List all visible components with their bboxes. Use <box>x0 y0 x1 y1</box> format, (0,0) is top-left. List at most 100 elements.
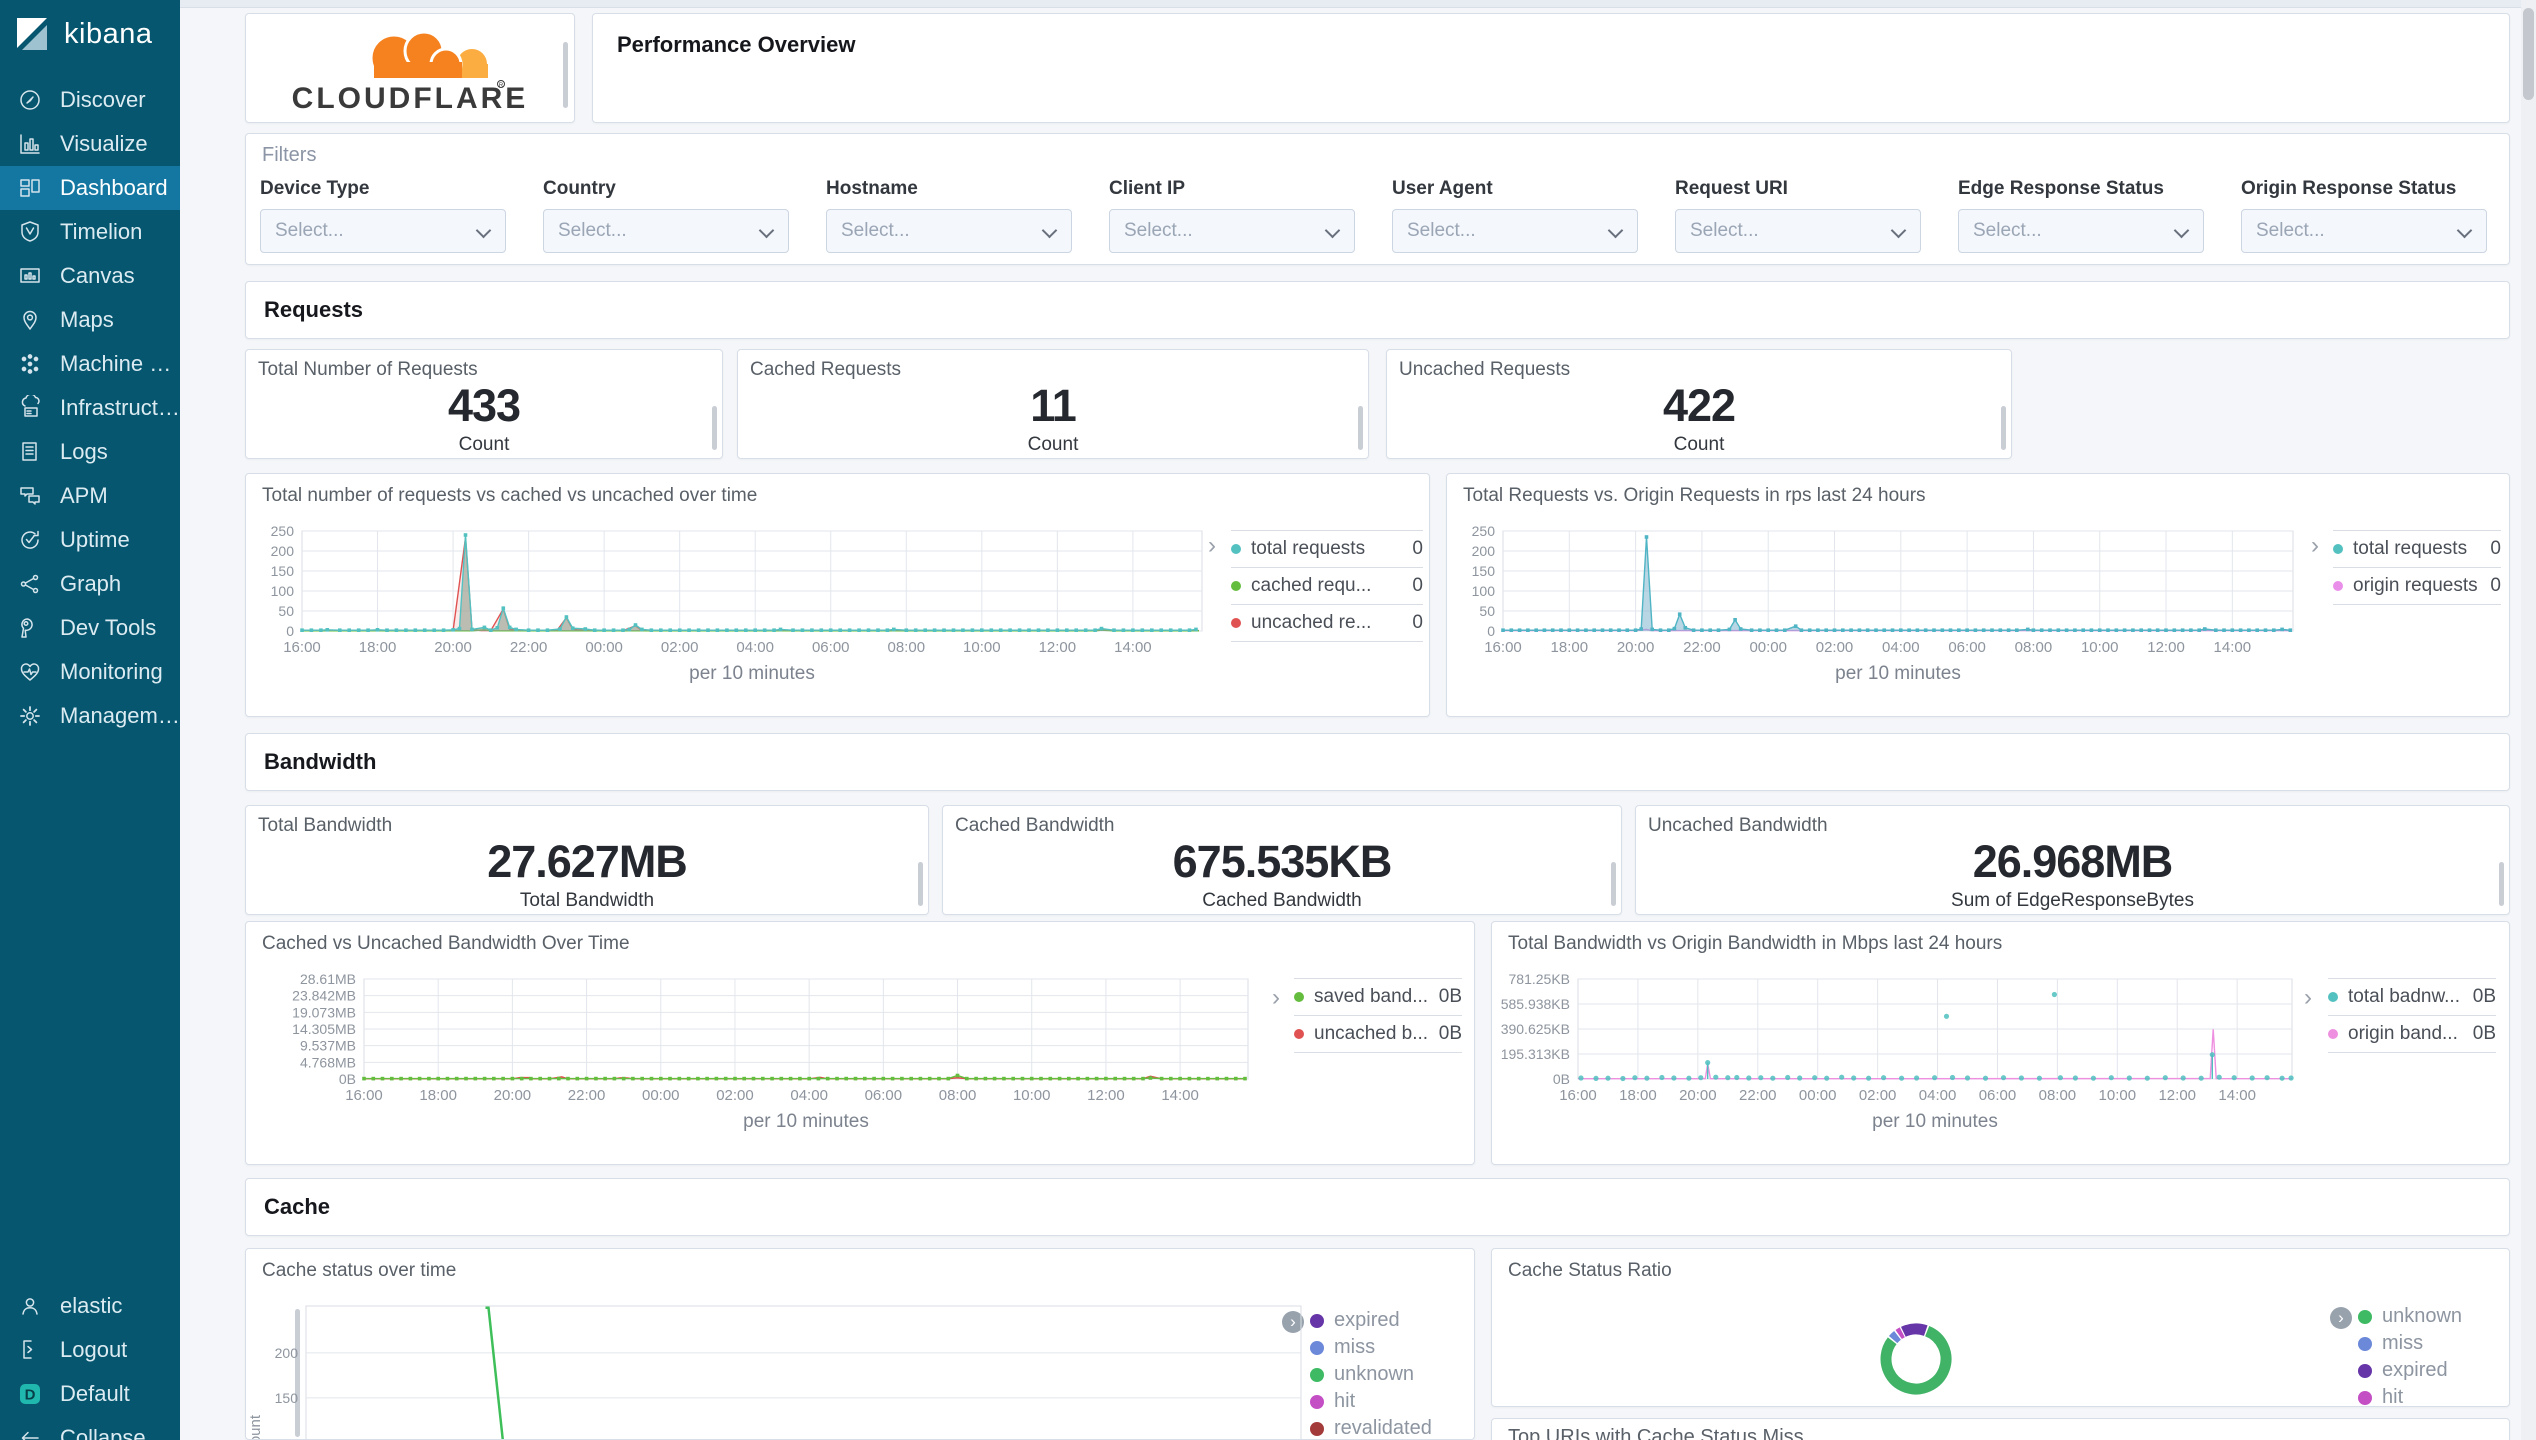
sidebar-item-machine-le[interactable]: Machine Le... <box>0 342 180 386</box>
svg-text:16:00: 16:00 <box>283 639 321 656</box>
legend-label: origin band... <box>2348 1023 2458 1044</box>
legend-item-unknown[interactable]: unknown <box>2358 1303 2498 1330</box>
filter-select-country[interactable]: Select... <box>543 209 789 253</box>
sidebar-item-infrastructure[interactable]: Infrastructure <box>0 386 180 430</box>
legend-item-unknown[interactable]: unknown <box>1310 1361 1470 1388</box>
legend-toggle-icon[interactable]: › <box>1208 534 1216 558</box>
panel-scrollbar[interactable] <box>563 42 568 108</box>
dev-tools-icon <box>16 614 44 642</box>
sidebar-item-elastic[interactable]: elastic <box>0 1284 180 1328</box>
page-scrollbar-thumb[interactable] <box>2523 8 2534 100</box>
svg-text:14:00: 14:00 <box>2218 1087 2256 1104</box>
filter-select-device-type[interactable]: Select... <box>260 209 506 253</box>
legend-item-expired[interactable]: expired <box>1310 1307 1470 1334</box>
legend-color-dot <box>2358 1390 2372 1405</box>
legend-label: uncached b... <box>1314 1023 1429 1044</box>
panel-scrollbar[interactable] <box>712 406 717 450</box>
filter-group-request-uri: Request URI Select... <box>1675 178 1925 253</box>
panel-scrollbar[interactable] <box>918 862 923 906</box>
space-default-icon: D <box>16 1380 44 1408</box>
sidebar-item-logs[interactable]: Logs <box>0 430 180 474</box>
sidebar-item-discover[interactable]: Discover <box>0 78 180 122</box>
kpi-uncached-requests: Uncached Requests 422 Count <box>1386 349 2012 459</box>
legend-item-cached-requ-[interactable]: cached requ... 0 <box>1231 567 1423 604</box>
legend-toggle-icon[interactable]: › <box>2311 534 2319 558</box>
legend-item-expired[interactable]: expired <box>2358 1357 2498 1384</box>
sidebar-item-management[interactable]: Management <box>0 694 180 738</box>
sidebar-item-maps[interactable]: Maps <box>0 298 180 342</box>
filter-select-edge-response-status[interactable]: Select... <box>1958 209 2204 253</box>
svg-text:100: 100 <box>1472 583 1496 599</box>
legend-item-origin-band-[interactable]: origin band... 0B <box>2328 1015 2496 1052</box>
sidebar-item-collapse[interactable]: Collapse <box>0 1416 180 1440</box>
sidebar-item-visualize[interactable]: Visualize <box>0 122 180 166</box>
legend-color-dot <box>1310 1394 1324 1409</box>
filter-select-hostname[interactable]: Select... <box>826 209 1072 253</box>
sidebar-item-dashboard[interactable]: Dashboard <box>0 166 180 210</box>
legend-item-uncached-re-[interactable]: uncached re... 0 <box>1231 604 1423 641</box>
sidebar-item-label: Canvas <box>60 263 135 288</box>
legend-item-miss[interactable]: miss <box>2358 1330 2498 1357</box>
svg-text:200: 200 <box>1472 543 1496 559</box>
legend-item-hit[interactable]: hit <box>1310 1388 1470 1415</box>
legend-toggle-icon[interactable]: › <box>2330 1307 2352 1329</box>
legend-item-revalidated[interactable]: revalidated <box>1310 1415 1470 1439</box>
legend-item-miss[interactable]: miss <box>1310 1334 1470 1361</box>
select-placeholder: Select... <box>275 220 344 241</box>
svg-text:150: 150 <box>271 563 295 579</box>
panel-scrollbar[interactable] <box>2499 862 2504 906</box>
kpi-cached-requests: Cached Requests 11 Count <box>737 349 1369 459</box>
legend-toggle-icon[interactable]: › <box>1272 986 1280 1010</box>
svg-text:Count: Count <box>247 1414 264 1440</box>
sidebar-item-default[interactable]: D Default <box>0 1372 180 1416</box>
panel-scrollbar[interactable] <box>1611 862 1616 906</box>
legend-item-hit[interactable]: hit <box>2358 1384 2498 1406</box>
filter-select-origin-response-status[interactable]: Select... <box>2241 209 2487 253</box>
sidebar-item-logout[interactable]: Logout <box>0 1328 180 1372</box>
filter-select-client-ip[interactable]: Select... <box>1109 209 1355 253</box>
page-scrollbar[interactable] <box>2521 0 2536 1440</box>
maps-icon <box>16 306 44 334</box>
svg-text:18:00: 18:00 <box>1619 1087 1657 1104</box>
sidebar-item-timelion[interactable]: Timelion <box>0 210 180 254</box>
sidebar-item-label: Graph <box>60 571 122 596</box>
sidebar-item-monitoring[interactable]: Monitoring <box>0 650 180 694</box>
legend-item-uncached-b-[interactable]: uncached b... 0B <box>1294 1015 1462 1052</box>
legend-item-saved-band-[interactable]: saved band... 0B <box>1294 978 1462 1015</box>
select-placeholder: Select... <box>841 220 910 241</box>
sidebar-item-canvas[interactable]: Canvas <box>0 254 180 298</box>
filter-group-user-agent: User Agent Select... <box>1392 178 1642 253</box>
filter-select-request-uri[interactable]: Select... <box>1675 209 1921 253</box>
chevron-down-icon <box>2173 222 2190 239</box>
sidebar-item-label: elastic <box>60 1293 123 1318</box>
user-icon <box>16 1292 44 1320</box>
legend-item-total-requests[interactable]: total requests 0 <box>1231 530 1423 567</box>
legend-item-origin-requests[interactable]: origin requests 0 <box>2333 567 2501 604</box>
svg-text:12:00: 12:00 <box>2158 1087 2196 1104</box>
legend-item-total-badnw-[interactable]: total badnw... 0B <box>2328 978 2496 1015</box>
section-title-bandwidth: Bandwidth <box>264 749 377 774</box>
sidebar-item-graph[interactable]: Graph <box>0 562 180 606</box>
legend-color-dot <box>1310 1313 1324 1328</box>
kibana-logo[interactable]: kibana <box>0 0 180 70</box>
sidebar-item-label: Logs <box>60 439 108 464</box>
svg-text:28.61MB: 28.61MB <box>300 971 356 987</box>
sidebar-item-uptime[interactable]: Uptime <box>0 518 180 562</box>
svg-text:R: R <box>499 83 504 89</box>
canvas-icon <box>16 262 44 290</box>
panel-scrollbar[interactable] <box>1358 406 1363 450</box>
panel-scrollbar[interactable] <box>2001 406 2006 450</box>
svg-text:390.625KB: 390.625KB <box>1501 1021 1570 1037</box>
legend-label: total requests <box>2353 538 2468 559</box>
legend-color-dot <box>2333 581 2343 591</box>
sidebar-item-apm[interactable]: APM <box>0 474 180 518</box>
filter-select-user-agent[interactable]: Select... <box>1392 209 1638 253</box>
kibana-logo-text: kibana <box>64 17 153 50</box>
legend-label: revalidated <box>1334 1417 1432 1439</box>
sidebar-item-dev-tools[interactable]: Dev Tools <box>0 606 180 650</box>
logs-icon <box>16 438 44 466</box>
legend-item-total-requests[interactable]: total requests 0 <box>2333 530 2501 567</box>
legend-toggle-icon[interactable]: › <box>2304 986 2312 1010</box>
kpi-cached-bandwidth: Cached Bandwidth 675.535KB Cached Bandwi… <box>942 805 1622 915</box>
chevron-down-icon <box>1890 222 1907 239</box>
